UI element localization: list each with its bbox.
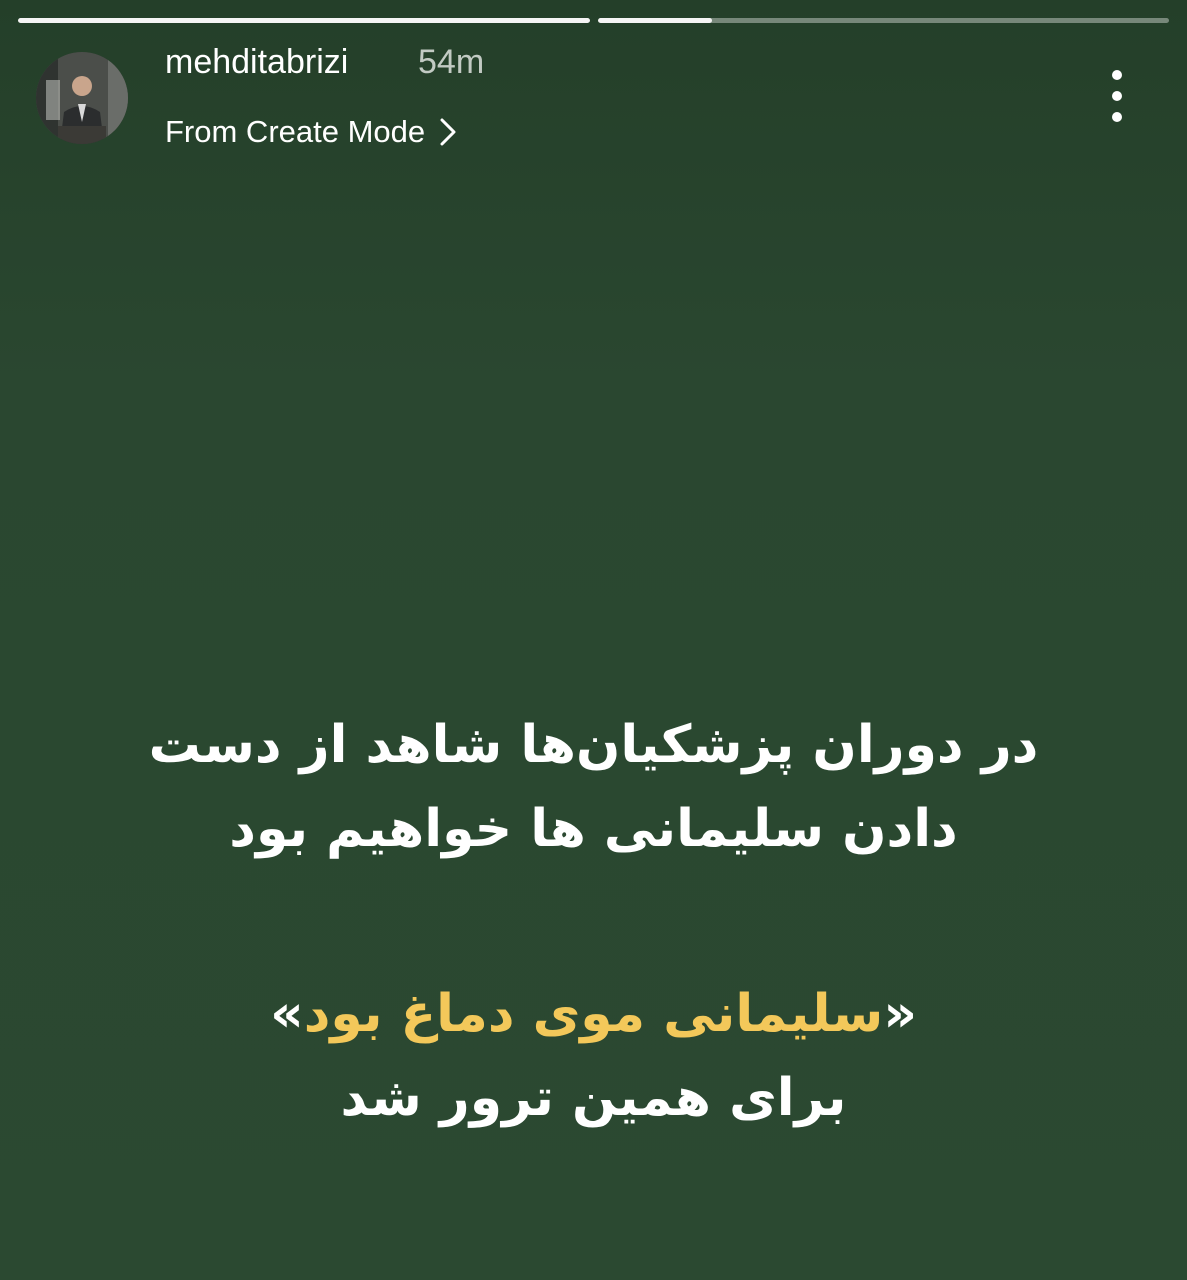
avatar[interactable]	[36, 52, 128, 144]
more-vertical-icon	[1112, 70, 1122, 80]
story-caption-quote: «سلیمانی موی دماغ بود» برای همین ترور شد	[0, 972, 1187, 1140]
quote-open-mark: «	[883, 984, 917, 1044]
caption-line: برای همین ترور شد	[340, 1068, 847, 1128]
create-mode-link[interactable]: From Create Mode	[165, 112, 457, 152]
story-progress-segment	[597, 18, 1169, 23]
avatar-image	[36, 52, 128, 144]
quote-close-mark: »	[270, 984, 304, 1044]
story-caption-main: در دوران پزشکیان‌ها شاهد از دست دادن سلی…	[0, 703, 1187, 871]
more-options-button[interactable]	[1097, 66, 1137, 126]
caption-quote-line: «سلیمانی موی دماغ بود»	[0, 972, 1187, 1056]
caption-line: در دوران پزشکیان‌ها شاهد از دست	[148, 715, 1039, 775]
story-progress-segment	[18, 18, 590, 23]
caption-line: دادن سلیمانی ها خواهیم بود	[229, 799, 958, 859]
story-timestamp: 54m	[418, 43, 485, 81]
story-progress	[18, 18, 1169, 23]
story-progress-fill	[597, 18, 712, 23]
more-vertical-icon	[1112, 112, 1122, 122]
create-mode-label: From Create Mode	[165, 114, 426, 149]
more-vertical-icon	[1112, 91, 1122, 101]
highlighted-quote: سلیمانی موی دماغ بود	[303, 984, 884, 1044]
username[interactable]: mehditabrizi	[165, 42, 348, 82]
story-viewer[interactable]: mehditabrizi 54m From Create Mode در دور…	[0, 0, 1187, 1280]
story-progress-fill	[18, 18, 590, 23]
chevron-right-icon	[440, 118, 456, 146]
